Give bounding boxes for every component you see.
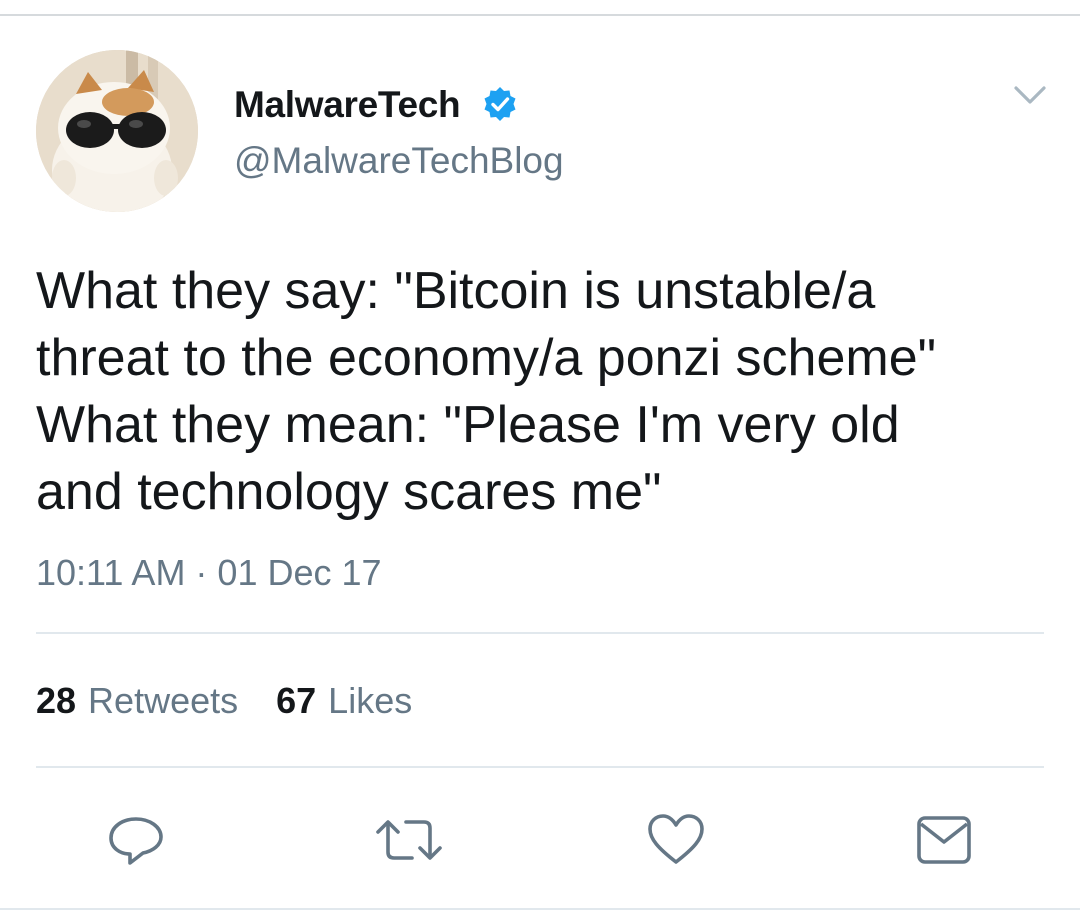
reply-button[interactable]: [106, 810, 166, 870]
top-divider: [0, 0, 1080, 16]
retweets-count: 28: [36, 680, 77, 721]
divider: [36, 632, 1044, 634]
cat-avatar-icon: [36, 50, 198, 212]
retweet-icon: [376, 820, 442, 860]
envelope-icon: [917, 816, 971, 864]
reply-icon: [109, 817, 163, 865]
avatar[interactable]: [36, 50, 198, 212]
likes-stat[interactable]: 67 Likes: [276, 680, 412, 722]
tweet-timestamp[interactable]: 10:11 AM · 01 Dec 17: [36, 552, 382, 594]
tweet-stats: 28 Retweets 67 Likes: [36, 680, 412, 722]
likes-label: Likes: [328, 680, 413, 721]
retweets-label: Retweets: [88, 680, 239, 721]
divider: [36, 766, 1044, 768]
direct-message-button[interactable]: [914, 810, 974, 870]
likes-count: 67: [276, 680, 317, 721]
verified-badge-icon: [484, 87, 516, 121]
bottom-divider: [0, 908, 1080, 910]
tweet-text: What they say: "Bitcoin is unstable/a th…: [36, 262, 937, 521]
heart-icon: [648, 814, 704, 864]
chevron-down-icon[interactable]: [1010, 80, 1050, 110]
like-button[interactable]: [646, 810, 706, 870]
author-handle[interactable]: @MalwareTechBlog: [234, 140, 564, 182]
author-name[interactable]: MalwareTech: [234, 84, 461, 126]
retweet-button[interactable]: [374, 810, 442, 870]
retweets-stat[interactable]: 28 Retweets: [36, 680, 238, 722]
